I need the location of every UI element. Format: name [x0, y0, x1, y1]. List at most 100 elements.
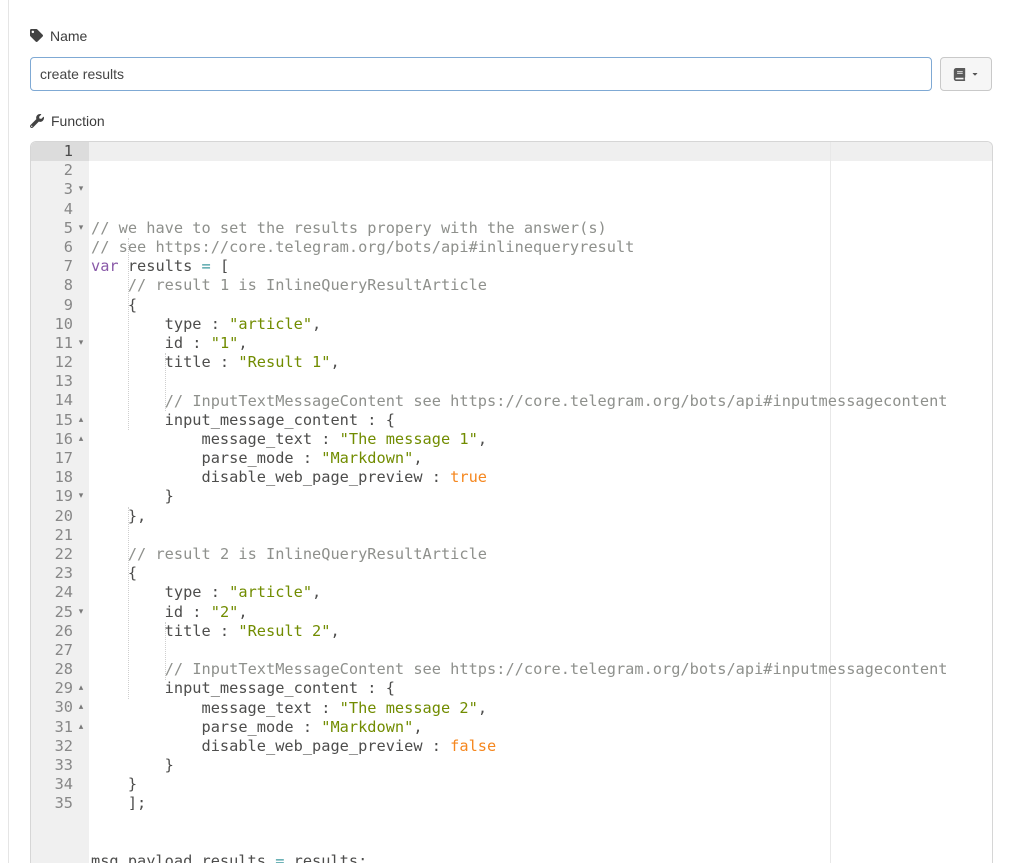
code-line[interactable]: parse_mode : "Markdown",: [91, 449, 992, 468]
code-line[interactable]: title : "Result 1",: [91, 353, 992, 372]
code-line[interactable]: }: [91, 487, 992, 506]
gutter-line: 24: [31, 583, 89, 602]
line-number: 25: [31, 603, 73, 622]
code-line[interactable]: parse_mode : "Markdown",: [91, 718, 992, 737]
line-number: 3: [31, 180, 73, 199]
active-line-highlight: [89, 142, 992, 161]
code-line[interactable]: type : "article",: [91, 315, 992, 334]
editor-code-area[interactable]: // we have to set the results propery wi…: [89, 142, 992, 863]
gutter-line: 34: [31, 775, 89, 794]
fold-widget-icon[interactable]: ▾: [73, 334, 89, 353]
line-number: 22: [31, 545, 73, 564]
editor-code-lines: // we have to set the results propery wi…: [91, 219, 992, 863]
line-number: 29: [31, 679, 73, 698]
fold-widget-icon[interactable]: ▴: [73, 679, 89, 698]
gutter-line: 8: [31, 276, 89, 295]
name-input-row: [30, 57, 993, 91]
code-line[interactable]: message_text : "The message 2",: [91, 699, 992, 718]
line-number: 9: [31, 296, 73, 315]
code-line[interactable]: // result 2 is InlineQueryResultArticle: [91, 545, 992, 564]
editor-gutter: 123▾45▾67891011▾12131415▴16▴171819▾20212…: [31, 142, 89, 863]
gutter-line: 15▴: [31, 411, 89, 430]
fold-widget-icon[interactable]: ▾: [73, 219, 89, 238]
gutter-line: 20: [31, 507, 89, 526]
code-line[interactable]: [91, 372, 992, 391]
line-number: 27: [31, 641, 73, 660]
line-number: 30: [31, 698, 73, 717]
code-line[interactable]: id : "2",: [91, 603, 992, 622]
code-line[interactable]: input_message_content : {: [91, 411, 992, 430]
gutter-line: 2: [31, 161, 89, 180]
code-line[interactable]: title : "Result 2",: [91, 622, 992, 641]
gutter-line: 35: [31, 794, 89, 813]
code-line[interactable]: // InputTextMessageContent see https://c…: [91, 660, 992, 679]
gutter-line: 18: [31, 468, 89, 487]
code-line[interactable]: type : "article",: [91, 583, 992, 602]
code-line[interactable]: }: [91, 775, 992, 794]
function-field-label: Function: [51, 113, 105, 129]
gutter-line: 12: [31, 353, 89, 372]
code-line[interactable]: disable_web_page_preview : true: [91, 468, 992, 487]
gutter-line: 32: [31, 737, 89, 756]
fold-widget-icon[interactable]: ▾: [73, 603, 89, 622]
fold-widget-icon[interactable]: ▾: [73, 180, 89, 199]
function-code-editor[interactable]: 123▾45▾67891011▾12131415▴16▴171819▾20212…: [30, 141, 993, 863]
code-line[interactable]: [91, 641, 992, 660]
code-line[interactable]: [91, 833, 992, 852]
gutter-line: 5▾: [31, 219, 89, 238]
line-number: 6: [31, 238, 73, 257]
gutter-line: 23: [31, 564, 89, 583]
line-number: 4: [31, 200, 73, 219]
code-line[interactable]: }: [91, 756, 992, 775]
gutter-line: 14: [31, 391, 89, 410]
code-line[interactable]: message_text : "The message 1",: [91, 430, 992, 449]
code-line[interactable]: },: [91, 507, 992, 526]
fold-widget-icon[interactable]: ▴: [73, 411, 89, 430]
gutter-line: 13: [31, 372, 89, 391]
gutter-line: 9: [31, 296, 89, 315]
code-line[interactable]: msg.payload.results = results;: [91, 852, 992, 863]
line-number: 32: [31, 737, 73, 756]
line-number: 19: [31, 487, 73, 506]
line-number: 16: [31, 430, 73, 449]
fold-widget-icon[interactable]: ▾: [73, 487, 89, 506]
fold-widget-icon[interactable]: ▴: [73, 430, 89, 449]
gutter-line: 31▴: [31, 718, 89, 737]
code-line[interactable]: input_message_content : {: [91, 679, 992, 698]
line-number: 33: [31, 756, 73, 775]
fold-widget-icon[interactable]: ▴: [73, 718, 89, 737]
code-line[interactable]: id : "1",: [91, 334, 992, 353]
tray-left-border: [8, 0, 9, 863]
library-button[interactable]: [940, 57, 992, 91]
caret-down-icon: [971, 70, 979, 78]
code-line[interactable]: // see https://core.telegram.org/bots/ap…: [91, 238, 992, 257]
gutter-line: 27: [31, 641, 89, 660]
gutter-line: 6: [31, 238, 89, 257]
code-line[interactable]: // we have to set the results propery wi…: [91, 219, 992, 238]
code-line[interactable]: [91, 814, 992, 833]
wrench-icon: [30, 114, 44, 128]
gutter-line: 3▾: [31, 180, 89, 199]
line-number: 31: [31, 718, 73, 737]
line-number: 18: [31, 468, 73, 487]
line-number: 21: [31, 526, 73, 545]
code-line[interactable]: // result 1 is InlineQueryResultArticle: [91, 276, 992, 295]
code-line[interactable]: [91, 526, 992, 545]
code-line[interactable]: ];: [91, 794, 992, 813]
line-number: 11: [31, 334, 73, 353]
name-input[interactable]: [30, 57, 932, 91]
gutter-line: 26: [31, 622, 89, 641]
gutter-line: 33: [31, 756, 89, 775]
code-line[interactable]: // InputTextMessageContent see https://c…: [91, 392, 992, 411]
code-line[interactable]: {: [91, 564, 992, 583]
code-line[interactable]: disable_web_page_preview : false: [91, 737, 992, 756]
fold-widget-icon[interactable]: ▴: [73, 698, 89, 717]
line-number: 13: [31, 372, 73, 391]
line-number: 20: [31, 507, 73, 526]
gutter-line: 30▴: [31, 698, 89, 717]
node-edit-form: Name Function 123▾45▾67891011▾12131415▴1…: [30, 0, 993, 863]
code-line[interactable]: {: [91, 296, 992, 315]
line-number: 10: [31, 315, 73, 334]
code-line[interactable]: var results = [: [91, 257, 992, 276]
line-number: 34: [31, 775, 73, 794]
